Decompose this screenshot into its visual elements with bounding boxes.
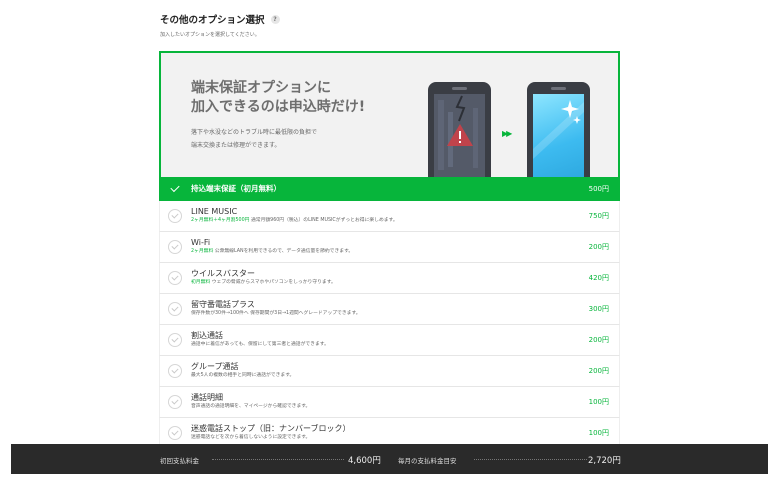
option-row[interactable]: 留守番電話プラス保存件数が30件→100件へ 保存期間が3日→1週間へグレードア… (159, 294, 620, 325)
option-price: 420円 (588, 274, 609, 282)
option-row[interactable]: 割込通話通話中に着信があっても、保留にして第三者と通話ができます。 200円 (159, 325, 620, 356)
option-price: 100円 (588, 398, 609, 406)
checkmark-icon[interactable] (168, 333, 182, 347)
banner-headline: 端末保証オプションに 加入できるのは申込時だけ! (191, 79, 365, 117)
option-text: LINE MUSIC 2ヶ月無料＋4ヶ月割500円 通常月額960円（税込）のLI… (191, 206, 398, 225)
option-text: 持込端末保証（初月無料） (191, 183, 281, 194)
option-row[interactable]: 迷惑電話ストップ（旧：ナンバーブロック） 迷惑電話などを次から着信しないように設定… (159, 418, 620, 444)
checkmark-icon[interactable] (168, 302, 182, 316)
option-price: 750円 (588, 212, 609, 220)
option-name: LINE MUSIC (191, 207, 238, 216)
monthly-payment-value: 2,720円 (588, 456, 621, 466)
option-description: 最大5人の複数の相手と同時に通話ができます。 (191, 372, 294, 380)
option-description: 2ヶ月無料＋4ヶ月割500円 通常月額960円（税込）のLINE MUSICがず… (191, 217, 398, 225)
cracked-screen-icon (438, 95, 478, 170)
option-row[interactable]: ウイルスバスター 初月無料 ウェブの脅威からスマホやパソコンをしっかり守ります。 4… (159, 263, 620, 294)
initial-payment-leader (212, 459, 344, 460)
checkmark-icon[interactable] (168, 209, 182, 223)
option-description-text: 通常月額960円（税込）のLINE MUSICがずっとお得に楽しめます。 (250, 218, 398, 223)
option-name: 通話明細 (191, 393, 223, 402)
option-name: 持込端末保証（初月無料） (191, 184, 281, 193)
sparkle-icon (533, 100, 584, 159)
option-text: 迷惑電話ストップ（旧：ナンバーブロック） 迷惑電話などを次から着信しないように設定… (191, 423, 351, 442)
option-description: 2ヶ月無料 公衆無線LANを利用できるので、データ通信量を節約できます。 (191, 248, 353, 256)
device-warranty-banner: 端末保証オプションに 加入できるのは申込時だけ! 落下や水没などのトラブル時に最… (159, 51, 620, 177)
option-description: 初月無料 ウェブの脅威からスマホやパソコンをしっかり守ります。 (191, 279, 336, 287)
option-text: Wi-Fi 2ヶ月無料 公衆無線LANを利用できるので、データ通信量を節約できます… (191, 237, 353, 256)
option-name: ウイルスバスター (191, 269, 255, 278)
option-row[interactable]: LINE MUSIC 2ヶ月無料＋4ヶ月割500円 通常月額960円（税込）のLI… (159, 201, 620, 232)
checkmark-icon[interactable] (168, 240, 182, 254)
option-price: 200円 (588, 243, 609, 251)
monthly-payment-label: 毎月の支払料金目安 (398, 457, 457, 465)
option-description: 通話中に着信があっても、保留にして第三者と通話ができます。 (191, 341, 329, 349)
option-description-text: 公衆無線LANを利用できるので、データ通信量を節約できます。 (214, 249, 354, 254)
option-description-text: 音声通話の通話明細を、マイページから確認できます。 (191, 404, 311, 409)
monthly-payment-leader (474, 459, 587, 460)
option-text: ウイルスバスター 初月無料 ウェブの脅威からスマホやパソコンをしっかり守ります。 (191, 268, 336, 287)
option-campaign-tag: 2ヶ月無料＋4ヶ月割500円 (191, 218, 250, 223)
option-price: 200円 (588, 336, 609, 344)
option-text: 通話明細音声通話の通話明細を、マイページから確認できます。 (191, 392, 310, 411)
broken-phone-illustration (428, 82, 491, 177)
options-list: 端末保証オプションに 加入できるのは申込時だけ! 落下や水没などのトラブル時に最… (159, 51, 620, 444)
option-description: 保存件数が30件→100件へ 保存期間が3日→1週間へグレードアップできます。 (191, 310, 361, 318)
banner-body: 落下や水没などのトラブル時に最低限の負担で 端末交換または修理ができます。 (191, 126, 317, 152)
option-price: 200円 (588, 367, 609, 375)
option-row[interactable]: グループ通話最大5人の複数の相手と同時に通話ができます。 200円 (159, 356, 620, 387)
option-description-text: 最大5人の複数の相手と同時に通話ができます。 (191, 373, 295, 378)
option-campaign-tag: 初月無料 (191, 280, 211, 285)
option-name: グループ通話 (191, 362, 239, 371)
checkmark-icon[interactable] (168, 271, 182, 285)
option-text: 留守番電話プラス保存件数が30件→100件へ 保存期間が3日→1週間へグレードア… (191, 299, 361, 318)
option-description-text: ウェブの脅威からスマホやパソコンをしっかり守ります。 (211, 280, 336, 285)
banner-body-line2: 端末交換または修理ができます。 (191, 142, 281, 149)
checkmark-icon[interactable] (168, 395, 182, 409)
banner-headline-line2: 加入できるのは申込時だけ! (191, 99, 366, 115)
arrow-right-icon: ▶▶ (502, 129, 512, 138)
banner-body-line1: 落下や水没などのトラブル時に最低限の負担で (191, 129, 318, 136)
option-text: 割込通話通話中に着信があっても、保留にして第三者と通話ができます。 (191, 330, 329, 349)
initial-payment-value: 4,600円 (348, 456, 381, 466)
checkmark-icon[interactable] (168, 364, 182, 378)
section-title: その他のオプション選択 ? (160, 12, 280, 26)
option-name: 迷惑電話ストップ（旧：ナンバーブロック） (191, 424, 351, 433)
option-description: 迷惑電話などを次から着信しないように設定できます。 (191, 434, 351, 442)
option-price: 100円 (588, 429, 609, 437)
new-phone-illustration (527, 82, 590, 177)
banner-headline-line1: 端末保証オプションに (191, 80, 331, 96)
option-price: 300円 (588, 305, 609, 313)
section-subtitle: 加入したいオプションを選択してください。 (160, 32, 260, 38)
option-description: 音声通話の通話明細を、マイページから確認できます。 (191, 403, 310, 411)
option-row[interactable]: 通話明細音声通話の通話明細を、マイページから確認できます。 100円 (159, 387, 620, 418)
option-row[interactable]: 持込端末保証（初月無料） 500円 (159, 177, 620, 201)
option-text: グループ通話最大5人の複数の相手と同時に通話ができます。 (191, 361, 294, 380)
option-row[interactable]: Wi-Fi 2ヶ月無料 公衆無線LANを利用できるので、データ通信量を節約できます… (159, 232, 620, 263)
option-description-text: 迷惑電話などを次から着信しないように設定できます。 (191, 435, 311, 440)
option-campaign-tag: 2ヶ月無料 (191, 249, 214, 254)
option-name: 留守番電話プラス (191, 300, 255, 309)
option-description-text: 保存件数が30件→100件へ 保存期間が3日→1週間へグレードアップできます。 (191, 311, 361, 316)
checkmark-icon[interactable] (168, 426, 182, 440)
initial-payment-label: 初回支払料金 (160, 457, 199, 465)
help-icon[interactable]: ? (270, 14, 280, 24)
option-name: Wi-Fi (191, 238, 211, 247)
option-description-text: 通話中に着信があっても、保留にして第三者と通話ができます。 (191, 342, 329, 347)
section-title-text: その他のオプション選択 (160, 15, 265, 26)
option-price: 500円 (588, 184, 609, 193)
option-name: 割込通話 (191, 331, 223, 340)
checkmark-icon[interactable] (168, 182, 182, 196)
payment-summary-bar: 初回支払料金 4,600円 毎月の支払料金目安 2,720円 (11, 444, 768, 474)
option-rows: 持込端末保証（初月無料） 500円 LINE MUSIC 2ヶ月無料＋4ヶ月割500円… (159, 177, 620, 444)
